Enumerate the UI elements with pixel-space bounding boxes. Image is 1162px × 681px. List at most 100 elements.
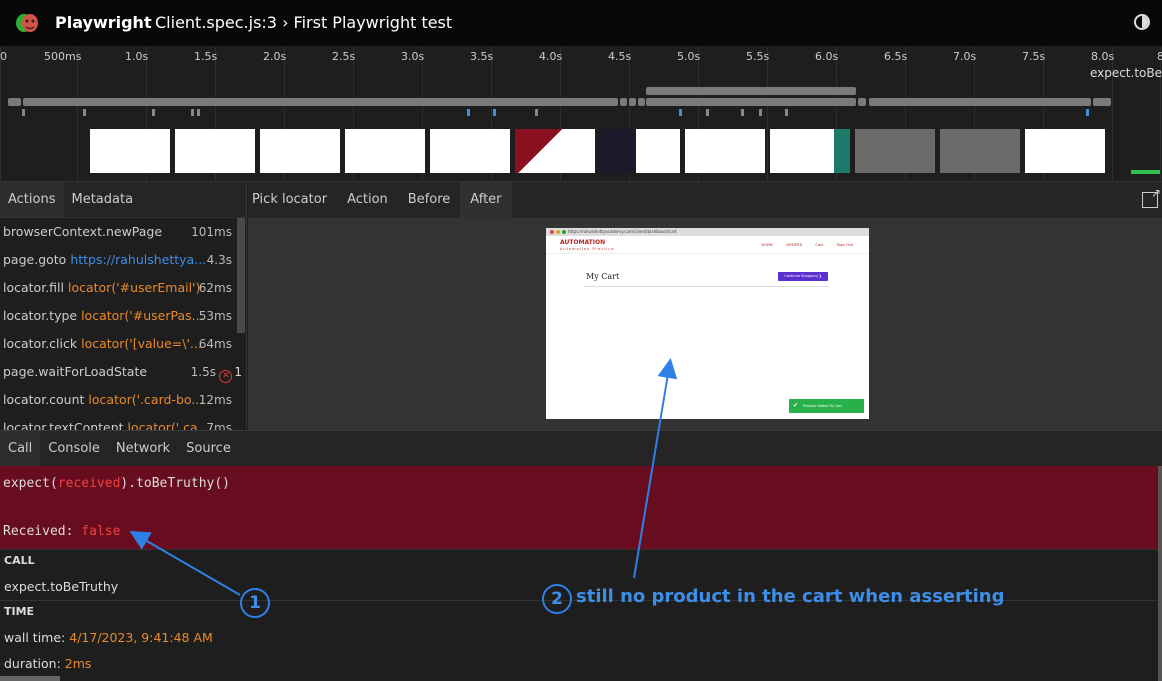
tab-network[interactable]: Network xyxy=(108,431,178,466)
tick-label: 6.0s xyxy=(815,50,839,63)
action-row[interactable]: locator.textContent locator('.ca... 7ms xyxy=(0,414,246,430)
tick-label: 8 xyxy=(1157,50,1162,63)
call-details: CALL expect.toBeTruthy TIME wall time: 4… xyxy=(0,549,1158,681)
action-row[interactable]: locator.click locator('[value=\'... 64ms xyxy=(0,330,246,358)
tick-label: 1.0s xyxy=(125,50,149,63)
timeline-action-bar[interactable] xyxy=(646,98,856,106)
error-message: expect(received).toBeTruthy() Received: … xyxy=(0,466,1158,549)
snapshot-cart-title: My Cart xyxy=(586,272,620,281)
timeline-event-mark xyxy=(535,109,538,116)
timeline-action-bar[interactable] xyxy=(8,98,21,106)
filmstrip-thumbnail[interactable] xyxy=(770,129,850,173)
action-argument: locator('.card-bo... xyxy=(88,392,204,407)
timeline[interactable]: 0 500ms 1.0s 1.5s 2.0s 2.5s 3.0s 3.5s 4.… xyxy=(0,46,1162,182)
tab-console[interactable]: Console xyxy=(40,431,108,466)
action-name: locator.type xyxy=(3,308,78,323)
tick-label: 0 xyxy=(0,50,7,63)
timeline-action-bar[interactable] xyxy=(1093,98,1111,106)
timeline-hover-label: expect.toBe xyxy=(1089,66,1162,80)
timeline-event-mark xyxy=(152,109,155,116)
tab-call[interactable]: Call xyxy=(0,431,41,466)
tab-before[interactable]: Before xyxy=(398,182,461,218)
snapshot-toast: Product Added To Cart xyxy=(789,399,864,413)
action-row[interactable]: page.waitForLoadState 1.5s ✕ 1 xyxy=(0,358,246,386)
filmstrip-thumbnail[interactable] xyxy=(685,129,765,173)
maximize-dot-icon xyxy=(562,230,566,234)
annotation-badge-1: 1 xyxy=(240,588,270,618)
timeline-action-bar[interactable] xyxy=(638,98,645,106)
annotation-note: still no product in the cart when assert… xyxy=(576,586,1005,607)
wall-time-value: 4/17/2023, 9:41:48 AM xyxy=(69,630,213,645)
timeline-tick: 5.5s xyxy=(746,46,769,182)
action-argument: locator('[value=\'... xyxy=(81,336,202,351)
close-dot-icon xyxy=(550,230,554,234)
error-count: 1 xyxy=(234,365,242,379)
details-tabs: Call Console Network Source xyxy=(0,430,1162,466)
action-duration: 53ms xyxy=(198,309,232,323)
tick-label: 8.0s xyxy=(1091,50,1115,63)
filmstrip-thumbnail[interactable] xyxy=(515,129,595,173)
action-row[interactable]: page.goto https://rahulshettya... 4.3s xyxy=(0,246,246,274)
page-title: Client.spec.js:3 › First Playwright test xyxy=(155,13,453,32)
page-snapshot: https://rahulshettyacademy.com/client/da… xyxy=(546,228,869,419)
timeline-action-bar[interactable] xyxy=(620,98,627,106)
tab-source[interactable]: Source xyxy=(178,431,239,466)
filmstrip-thumbnail[interactable] xyxy=(175,129,255,173)
timeline-scroll-indicator xyxy=(1131,170,1160,174)
tab-metadata[interactable]: Metadata xyxy=(64,182,142,217)
timeline-tick: 0 xyxy=(0,46,7,182)
details-scrollbar[interactable] xyxy=(1158,466,1162,681)
action-row[interactable]: locator.count locator('.card-bo... 12ms xyxy=(0,386,246,414)
received-value: false xyxy=(81,524,121,539)
action-row[interactable]: locator.fill locator('#userEmail') 62ms xyxy=(0,274,246,302)
tab-pick-locator[interactable]: Pick locator xyxy=(248,182,337,218)
action-duration: 101ms xyxy=(191,225,232,239)
tab-after[interactable]: After xyxy=(460,182,512,218)
filmstrip-thumbnail[interactable] xyxy=(90,129,170,173)
timeline-event-mark xyxy=(83,109,86,116)
snapshot-panel: Pick locator Action Before After https:/… xyxy=(248,182,1162,430)
filmstrip-thumbnail[interactable] xyxy=(1025,129,1105,173)
snapshot-nav-links: HOME ORDERS Cart Sign Out xyxy=(749,242,853,247)
timeline-action-bar[interactable] xyxy=(23,98,618,106)
tab-actions[interactable]: Actions xyxy=(0,182,64,217)
filmstrip-thumbnail[interactable] xyxy=(260,129,340,173)
snapshot-nav-signout: Sign Out xyxy=(836,242,853,247)
timeline-event-mark xyxy=(741,109,744,116)
filmstrip-thumbnail[interactable] xyxy=(600,129,680,173)
timeline-event-mark xyxy=(191,109,194,116)
action-duration: 62ms xyxy=(198,281,232,295)
timeline-action-bar[interactable] xyxy=(869,98,1091,106)
timeline-action-bar[interactable] xyxy=(646,87,856,95)
call-heading: CALL xyxy=(0,549,1158,571)
action-name: locator.fill xyxy=(3,280,64,295)
timeline-action-bar[interactable] xyxy=(858,98,866,106)
action-list-scrollbar[interactable] xyxy=(237,218,245,333)
error-prefix: expect( xyxy=(3,476,58,491)
timeline-action-bar[interactable] xyxy=(629,98,636,106)
error-suffix: ).toBeTruthy() xyxy=(120,476,230,491)
horizontal-scrollbar[interactable] xyxy=(0,676,60,681)
error-received-word: received xyxy=(57,476,121,491)
filmstrip-thumbnail[interactable] xyxy=(430,129,510,173)
timeline-event-mark xyxy=(785,109,788,116)
action-argument: locator('.ca... xyxy=(127,420,210,430)
action-row[interactable]: locator.type locator('#userPas... 53ms xyxy=(0,302,246,330)
open-external-icon[interactable] xyxy=(1142,186,1161,208)
action-name: locator.textContent xyxy=(3,420,124,430)
tick-label: 2.0s xyxy=(263,50,287,63)
tick-label: 5.0s xyxy=(677,50,701,63)
tick-label: 1.5s xyxy=(194,50,218,63)
action-row[interactable]: browserContext.newPage 101ms xyxy=(0,218,246,246)
tick-label: 3.5s xyxy=(470,50,494,63)
actions-panel: Actions Metadata browserContext.newPage … xyxy=(0,182,247,430)
filmstrip-thumbnail[interactable] xyxy=(345,129,425,173)
error-expression: expect(received).toBeTruthy() xyxy=(3,476,230,491)
tab-action[interactable]: Action xyxy=(337,182,398,218)
filmstrip-thumbnail[interactable] xyxy=(940,129,1020,173)
action-name: page.goto xyxy=(3,252,67,267)
error-received: Received: false xyxy=(3,524,120,539)
theme-toggle-icon[interactable] xyxy=(1134,14,1150,30)
timeline-event-mark xyxy=(197,109,200,116)
filmstrip-thumbnail[interactable] xyxy=(855,129,935,173)
